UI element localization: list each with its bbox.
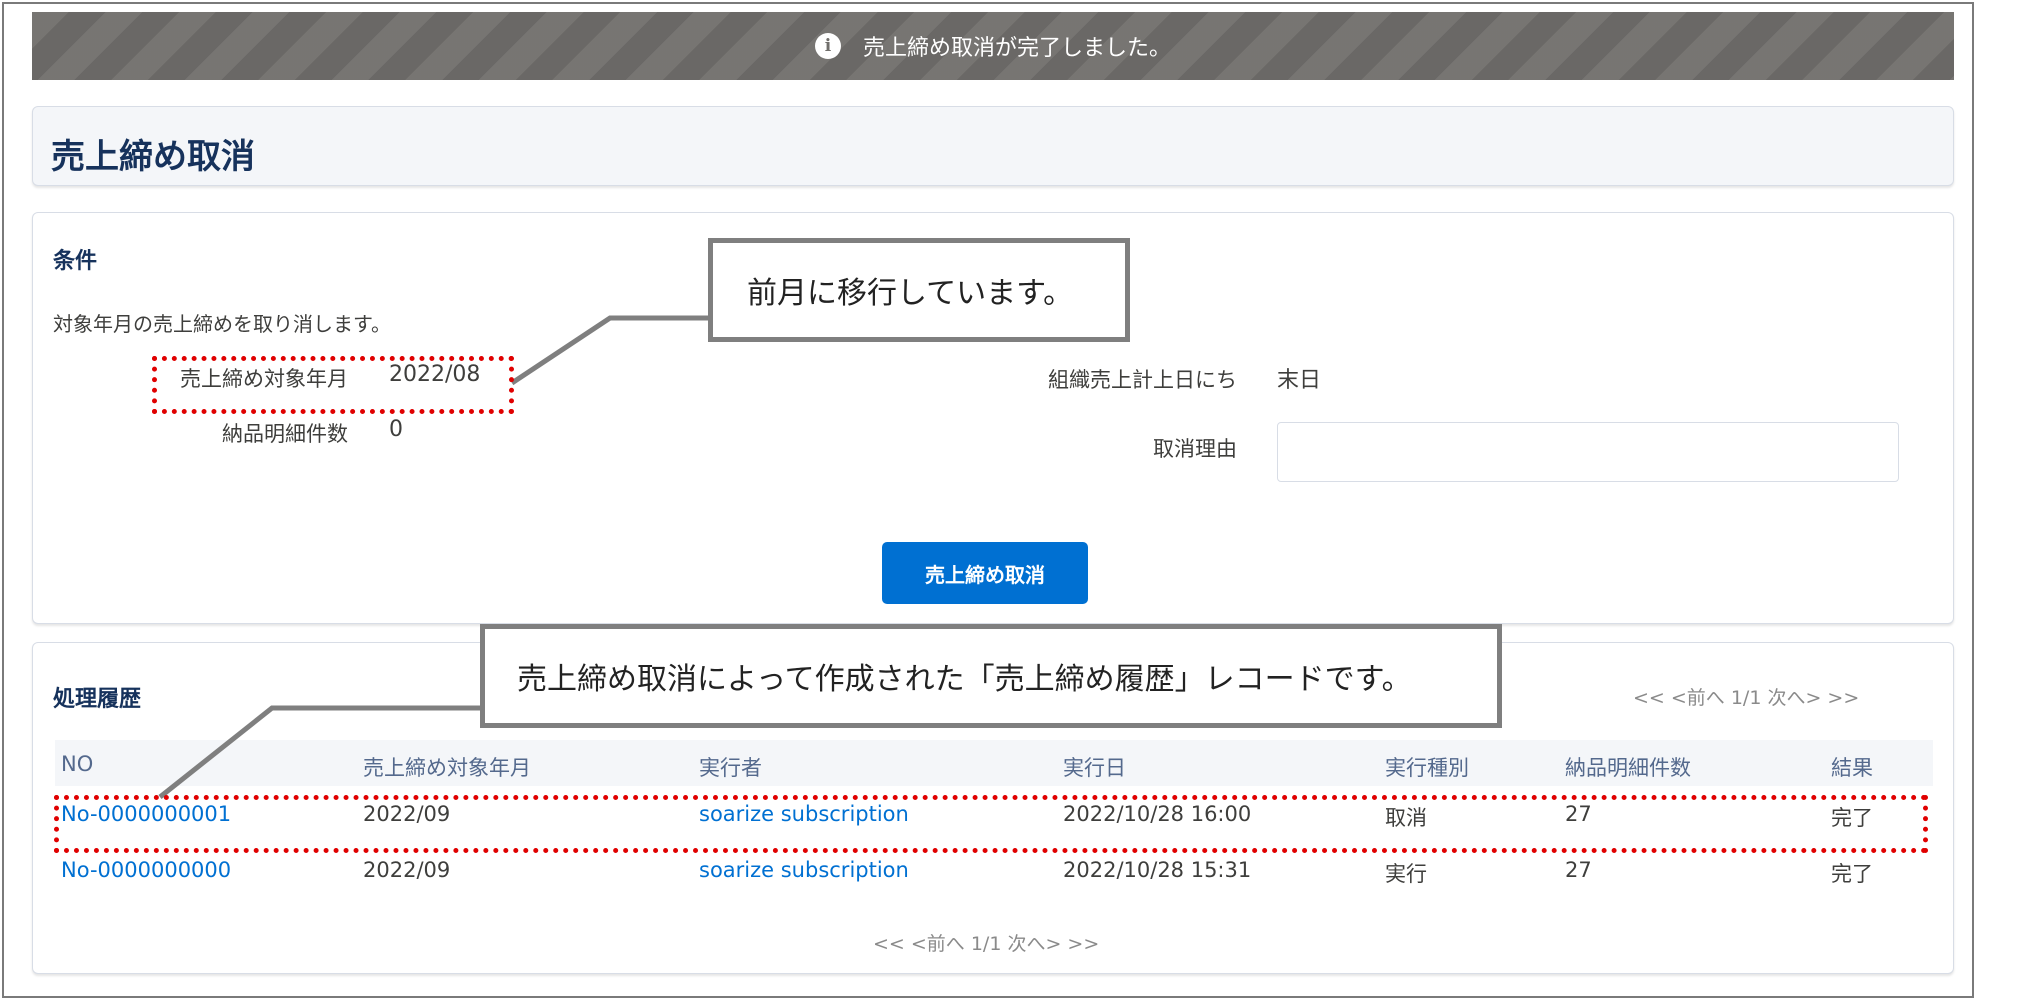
condition-description: 対象年月の売上締めを取り消します。	[53, 312, 391, 336]
delivery-count-label: 納品明細件数	[222, 422, 348, 446]
org-sales-day-value: 末日	[1277, 368, 1322, 393]
table-header: NO 売上締め対象年月 実行者 実行日 実行種別 納品明細件数 結果	[55, 740, 1933, 786]
callout-history-record: 売上締め取消によって作成された「売上締め履歴」レコードです。	[480, 624, 1502, 728]
row-month: 2022/09	[363, 858, 451, 882]
reason-input[interactable]	[1277, 422, 1899, 482]
column-header-date[interactable]: 実行日	[1063, 752, 1126, 782]
user-link[interactable]: soarize subscription	[699, 858, 909, 882]
table-row: No-0000000000 2022/09 soarize subscripti…	[55, 846, 1933, 896]
record-link[interactable]: No-0000000000	[61, 858, 231, 882]
row-type: 実行	[1385, 862, 1427, 886]
callout-record-text: 売上締め取消によって作成された「売上締め履歴」レコードです。	[517, 662, 1412, 697]
toast-message: 売上締め取消が完了しました。	[862, 36, 1171, 61]
pager-top[interactable]: << <前へ 1/1 次へ> >>	[1633, 683, 1859, 710]
column-header-no[interactable]: NO	[61, 752, 93, 776]
column-header-user[interactable]: 実行者	[699, 752, 762, 782]
condition-heading: 条件	[53, 249, 98, 274]
column-header-result[interactable]: 結果	[1831, 752, 1873, 782]
column-header-type[interactable]: 実行種別	[1385, 752, 1469, 782]
pager-bottom[interactable]: << <前へ 1/1 次へ> >>	[873, 929, 1099, 956]
callout-month-shift: 前月に移行しています。	[708, 238, 1130, 342]
column-header-count[interactable]: 納品明細件数	[1565, 752, 1691, 782]
org-sales-day-label: 組織売上計上日にち	[1048, 368, 1237, 392]
success-toast: i 売上締め取消が完了しました。	[32, 12, 1954, 80]
callout-month-text: 前月に移行しています。	[747, 276, 1074, 311]
page-title: 売上締め取消	[51, 137, 255, 177]
info-icon: i	[814, 33, 841, 59]
row-date: 2022/10/28 15:31	[1063, 858, 1252, 882]
reason-label: 取消理由	[1153, 437, 1237, 461]
row-result: 完了	[1831, 862, 1873, 886]
row-count: 27	[1565, 858, 1592, 882]
column-header-month[interactable]: 売上締め対象年月	[363, 752, 531, 782]
delivery-count-value: 0	[389, 417, 403, 442]
page-header: 売上締め取消	[32, 106, 1954, 186]
highlight-cancel-record	[54, 795, 1928, 853]
highlight-target-month	[152, 356, 514, 414]
history-heading: 処理履歴	[53, 687, 142, 712]
cancel-sales-close-button[interactable]: 売上締め取消	[882, 542, 1088, 604]
